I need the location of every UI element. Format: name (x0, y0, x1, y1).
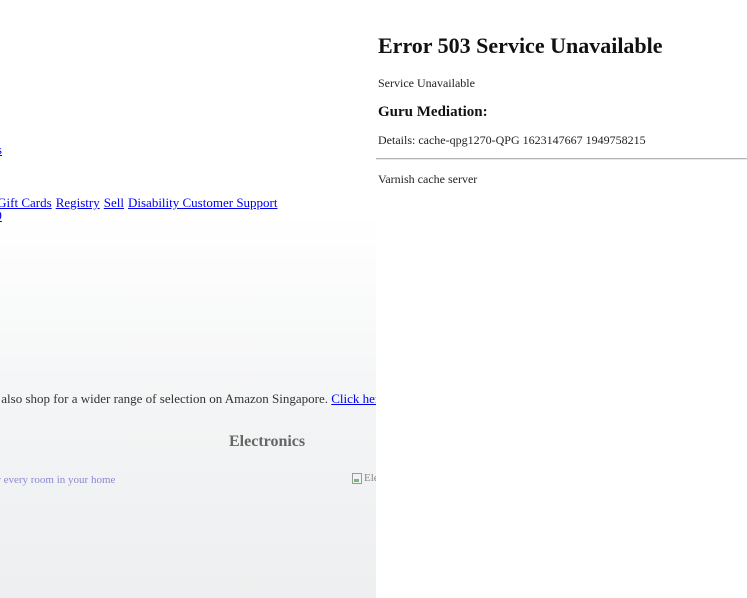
shop-singapore-notice: can also shop for a wider range of selec… (0, 391, 376, 407)
broken-image[interactable]: Ele (352, 472, 376, 484)
shop-notice-text: can also shop for a wider range of selec… (0, 391, 329, 406)
browser-viewport: rders iceGift CardsRegistrySellDisabilit… (0, 0, 747, 598)
divider (376, 158, 747, 160)
broken-image-icon (352, 472, 362, 484)
nav-link-covid[interactable]: 0-19 (0, 208, 2, 224)
room-category-link[interactable]: for every room in your home (0, 474, 115, 486)
error-subtitle: Service Unavailable (378, 76, 475, 90)
nav-links-row: iceGift CardsRegistrySellDisability Cust… (0, 195, 281, 210)
nav-link-gift-cards[interactable]: Gift Cards (0, 195, 52, 210)
orders-link[interactable]: rders (0, 142, 2, 158)
nav-link-sell[interactable]: Sell (104, 195, 124, 210)
error-details: Details: cache-qpg1270-QPG 1623147667 19… (378, 133, 646, 147)
server-footer: Varnish cache server (378, 172, 478, 186)
nav-link-registry[interactable]: Registry (56, 195, 100, 210)
broken-image-alt: Ele (364, 472, 376, 484)
nav-link-disability-support[interactable]: Disability Customer Support (128, 195, 278, 210)
category-heading: Electronics (229, 433, 306, 450)
amazon-page-pane: rders iceGift CardsRegistrySellDisabilit… (0, 0, 376, 598)
error-title: Error 503 Service Unavailable (378, 33, 663, 58)
error-page-pane: Error 503 Service Unavailable Service Un… (376, 0, 747, 598)
click-here-link[interactable]: Click here t (331, 391, 376, 406)
guru-mediation-heading: Guru Mediation: (378, 104, 488, 120)
